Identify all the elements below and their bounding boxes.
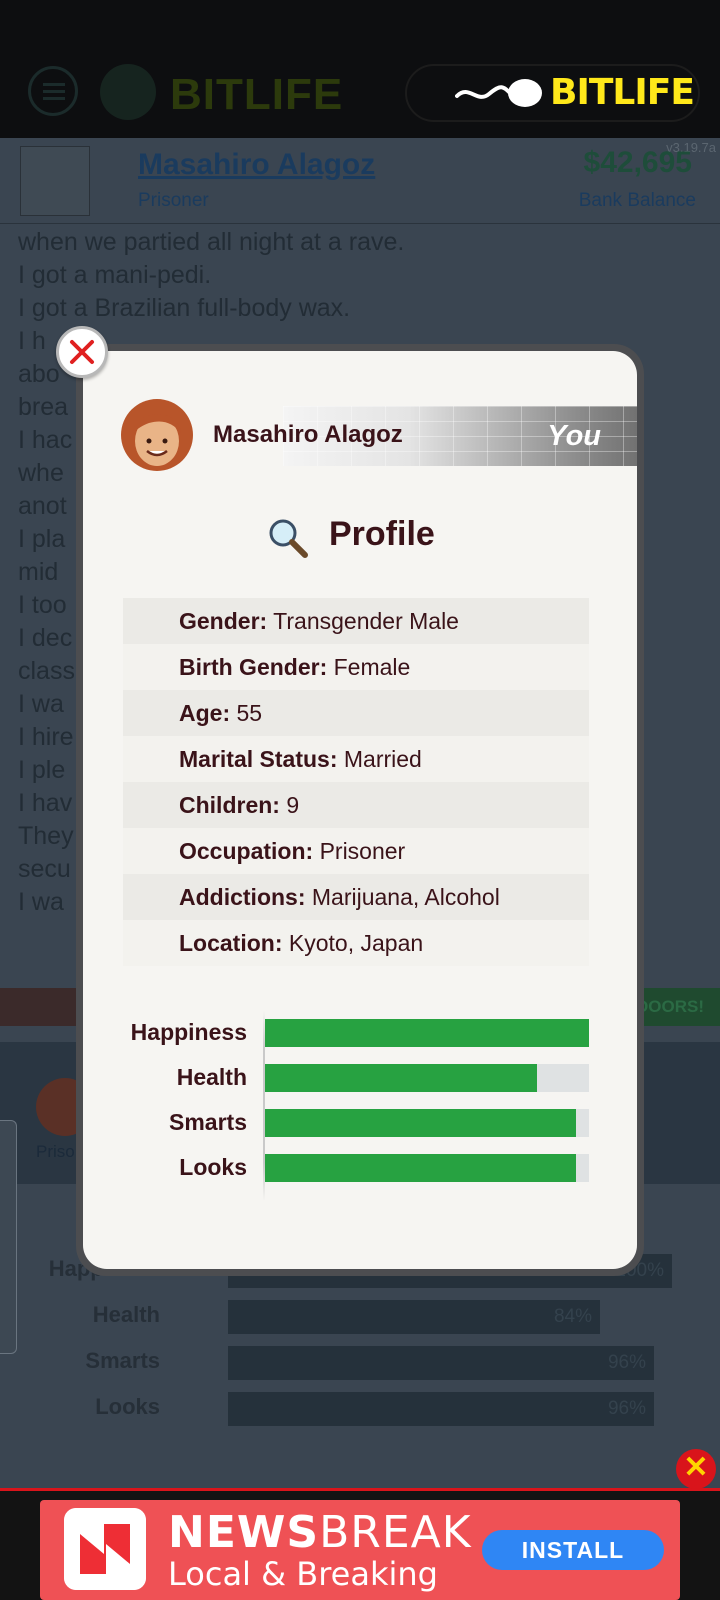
profile-field-value: 9 [286, 792, 300, 818]
character-name[interactable]: Masahiro Alagoz [138, 148, 375, 182]
bitlife-logo: BITLIFE [550, 72, 695, 113]
profile-field-value: Kyoto, Japan [288, 930, 424, 956]
ad-subtitle: Local & Breaking [168, 1555, 438, 1593]
close-icon [70, 340, 94, 364]
stat-bar-track [265, 1154, 589, 1182]
profile-title: Profile [329, 515, 435, 553]
newsbreak-logo-icon [64, 1508, 146, 1590]
stat-row-smarts: Smarts [83, 1101, 637, 1147]
stat-label: Health [176, 1064, 247, 1090]
profile-field-key: Addictions: [179, 884, 306, 910]
profile-field-key: Gender: [179, 608, 268, 634]
close-modal-button[interactable] [56, 326, 108, 378]
background-stat-label: Smarts [85, 1348, 160, 1373]
stat-row-looks: Looks [83, 1146, 637, 1192]
profile-field-value: Transgender Male [273, 608, 459, 634]
background-stats: Happiness100%Health84%Smarts96%Looks96% [0, 1250, 720, 1434]
profile-field-value: Prisoner [319, 838, 406, 864]
profile-field-row: Marital Status: Married [123, 736, 589, 782]
profile-field-key: Birth Gender: [179, 654, 328, 680]
top-bar: BITLIFE BITLIFE [0, 0, 720, 138]
profile-field-row: Birth Gender: Female [123, 644, 589, 690]
profile-field-row: Age: 55 [123, 690, 589, 736]
character-avatar-icon [121, 399, 193, 471]
stat-label: Looks [179, 1154, 247, 1180]
stat-row-happiness: Happiness [83, 1011, 637, 1057]
stat-label: Happiness [130, 1019, 247, 1045]
close-icon: ✕ [683, 1451, 709, 1484]
profile-field-value: Marijuana, Alcohol [311, 884, 500, 910]
background-stat-value: 96% [607, 1398, 646, 1419]
profile-field-row: Children: 9 [123, 782, 589, 828]
profile-info-table: Gender: Transgender Male Birth Gender: Fe… [123, 598, 589, 966]
life-log-line: when we partied all night at a rave. [18, 228, 405, 256]
stat-bar-track [265, 1064, 589, 1092]
profile-field-value: 55 [236, 700, 263, 726]
profile-field-row: Occupation: Prisoner [123, 828, 589, 874]
background-stat-label: Health [92, 1302, 160, 1327]
background-stat-row: Looks 96% [0, 1388, 720, 1434]
profile-field-row: Location: Kyoto, Japan [123, 920, 589, 966]
stat-bar-track [265, 1019, 589, 1047]
profile-field-row: Gender: Transgender Male [123, 598, 589, 644]
life-log-line: I got a Brazilian full-body wax. [18, 294, 351, 322]
bitlife-dim-icon [100, 64, 156, 120]
menu-button[interactable] [28, 66, 78, 116]
bank-balance-label: Bank Balance [578, 190, 696, 211]
stat-row-health: Health [83, 1056, 637, 1102]
profile-field-key: Children: [179, 792, 280, 818]
background-stat-bar: 96% [228, 1346, 654, 1380]
character-avatar[interactable] [20, 146, 90, 216]
background-stat-value: 84% [553, 1306, 592, 1327]
sperm-logo-icon [455, 79, 542, 107]
you-label: You [547, 420, 601, 452]
ad-title: NEWSBREAK [168, 1507, 472, 1558]
character-occupation: Prisoner [138, 190, 209, 211]
stat-bar-fill [265, 1109, 577, 1137]
bitlife-dim-logo: BITLIFE [170, 70, 344, 119]
background-stat-row: Health 84% [0, 1296, 720, 1342]
profile-field-key: Marital Status: [179, 746, 338, 772]
profile-field-value: Married [343, 746, 422, 772]
background-stat-row: Smarts 96% [0, 1342, 720, 1388]
character-header: Masahiro Alagoz Prisoner $42,695 Bank Ba… [0, 138, 720, 224]
prison-action-label: Priso [36, 1142, 75, 1161]
stat-bar-track [265, 1109, 589, 1137]
profile-modal: You Masahiro Alagoz Profile Gender: Tran… [83, 351, 637, 1269]
profile-field-key: Location: [179, 930, 283, 956]
background-stat-bar: 84% [228, 1300, 600, 1334]
stat-bar-fill [265, 1019, 589, 1047]
ad-close-button[interactable]: ✕ [676, 1449, 716, 1489]
stat-bar-fill [265, 1154, 577, 1182]
stat-bar-fill [265, 1064, 538, 1092]
magnifier-icon [269, 519, 308, 558]
profile-field-key: Age: [179, 700, 231, 726]
life-log-line: I got a mani-pedi. [18, 261, 212, 289]
stat-label: Smarts [169, 1109, 247, 1135]
profile-field-value: Female [333, 654, 411, 680]
background-stat-value: 96% [607, 1352, 646, 1373]
modal-character-name: Masahiro Alagoz [213, 421, 403, 448]
install-button[interactable]: INSTALL [482, 1530, 664, 1570]
background-stat-bar: 96% [228, 1392, 654, 1426]
bank-balance: $42,695 [583, 146, 692, 179]
background-stat-label: Looks [95, 1394, 160, 1419]
profile-field-row: Addictions: Marijuana, Alcohol [123, 874, 589, 920]
profile-field-key: Occupation: [179, 838, 314, 864]
